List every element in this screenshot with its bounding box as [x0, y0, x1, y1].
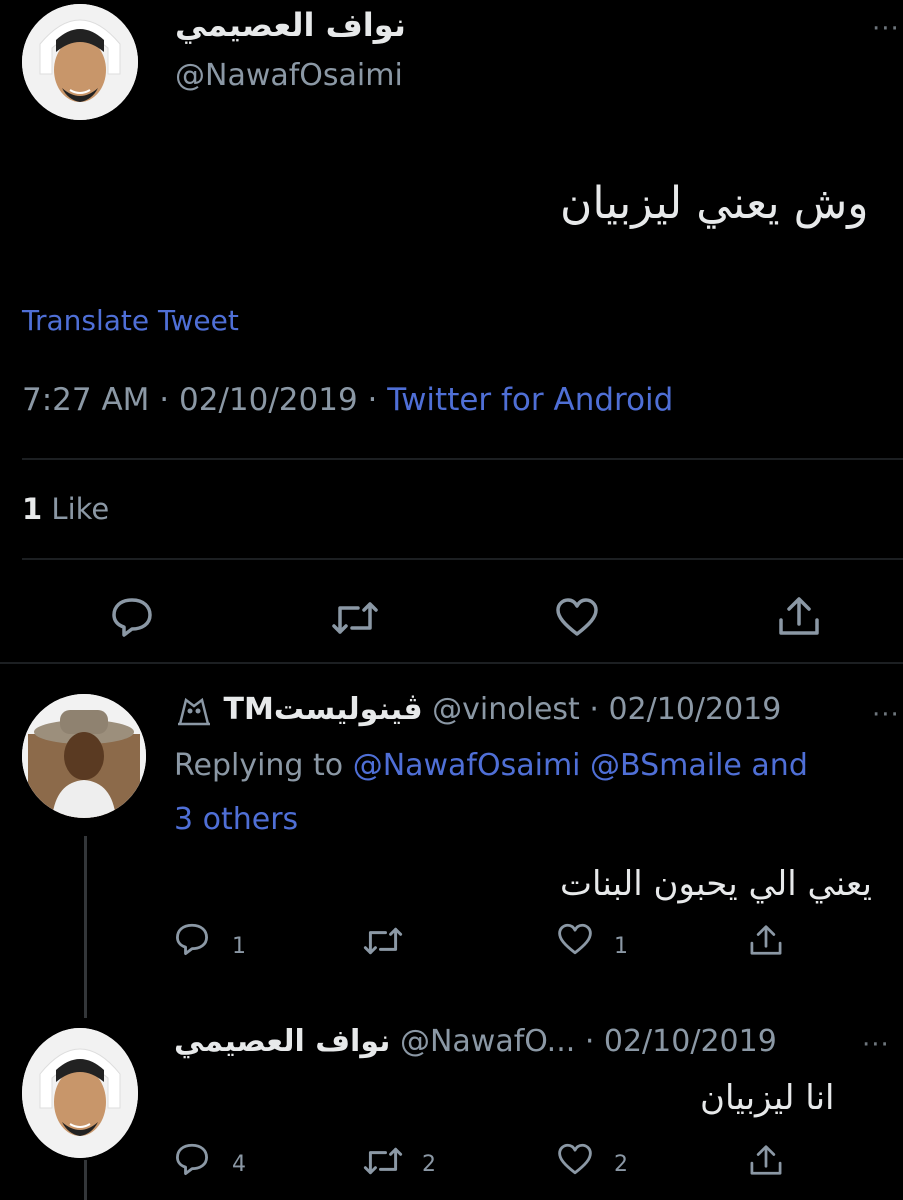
reply-date: · 02/10/2019	[589, 692, 782, 727]
display-name[interactable]: نواف العصيمي	[175, 6, 406, 44]
like-icon[interactable]	[556, 1142, 594, 1176]
reply-text: انا ليزبيان	[700, 1078, 835, 1118]
more-options-icon[interactable]: ···	[872, 700, 900, 730]
reply-count: 1	[232, 934, 246, 959]
tweet-date: 02/10/2019	[179, 382, 358, 418]
separator: ·	[159, 382, 170, 418]
retweet-icon[interactable]	[362, 1144, 404, 1178]
more-options-icon[interactable]: ···	[872, 14, 900, 44]
replying-to: Replying to @NawafOsaimi @BSmaile and	[174, 748, 808, 783]
translate-tweet-link[interactable]: Translate Tweet	[22, 304, 239, 337]
reply-header: نواف العصيمي @NawafO... · 02/10/2019	[174, 1024, 777, 1059]
avatar[interactable]	[22, 694, 146, 818]
separator: ·	[367, 382, 378, 418]
tweet-source-link[interactable]: Twitter for Android	[387, 382, 673, 418]
likes-stat[interactable]: 1 Like	[22, 492, 109, 526]
retweet-icon[interactable]	[330, 598, 380, 638]
reply-date: · 02/10/2019	[584, 1024, 777, 1059]
reply-count: 4	[232, 1152, 246, 1177]
share-icon[interactable]	[748, 1142, 784, 1178]
retweet-icon[interactable]	[362, 924, 404, 958]
display-name[interactable]: ڤينوليستTM	[224, 692, 423, 727]
retweet-count: 2	[422, 1152, 436, 1177]
user-handle[interactable]: @NawafO...	[400, 1024, 575, 1059]
likes-count: 1	[22, 492, 43, 526]
reply-header: ڤينوليستTM @vinolest · 02/10/2019	[174, 692, 781, 728]
like-count: 2	[614, 1152, 628, 1177]
like-icon[interactable]	[556, 922, 594, 956]
like-count: 1	[614, 934, 628, 959]
user-handle[interactable]: @NawafOsaimi	[175, 58, 403, 93]
tweet-timestamp: 7:27 AM · 02/10/2019 · Twitter for Andro…	[22, 382, 673, 418]
replying-prefix: Replying to	[174, 748, 344, 783]
thread-line	[84, 1160, 87, 1200]
reply-text: يعني الي يحبون البنات	[560, 864, 872, 904]
replying-to-others[interactable]: 3 others	[174, 802, 298, 837]
reply-icon[interactable]	[174, 1142, 210, 1176]
reply-icon[interactable]	[110, 596, 154, 638]
thread-line	[84, 836, 87, 1018]
more-options-icon[interactable]: ···	[862, 1030, 890, 1060]
divider	[22, 458, 903, 460]
divider	[22, 558, 903, 560]
tweet-text: وش يعني ليزبيان	[560, 178, 869, 229]
share-icon[interactable]	[748, 922, 784, 958]
reply-icon[interactable]	[174, 922, 210, 956]
display-name[interactable]: نواف العصيمي	[174, 1024, 390, 1059]
owl-emoji-icon	[174, 694, 214, 728]
avatar[interactable]	[22, 4, 138, 120]
replying-to-users[interactable]: @NawafOsaimi @BSmaile and	[353, 748, 808, 783]
share-icon[interactable]	[776, 594, 822, 638]
likes-label: Like	[51, 492, 110, 526]
user-handle[interactable]: @vinolest	[432, 692, 580, 727]
like-icon[interactable]	[554, 596, 600, 638]
divider	[0, 662, 903, 664]
avatar[interactable]	[22, 1028, 138, 1158]
tweet-time: 7:27 AM	[22, 382, 150, 418]
